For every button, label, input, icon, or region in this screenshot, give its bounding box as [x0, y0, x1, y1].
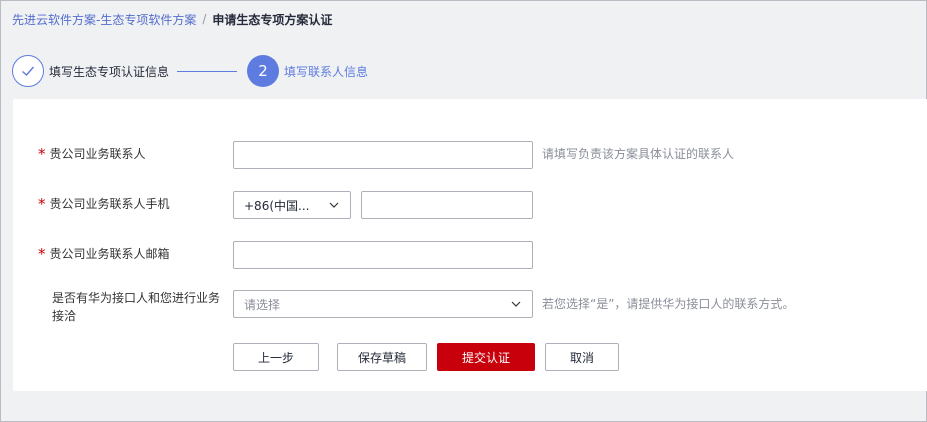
contact-name-input[interactable]	[233, 141, 533, 169]
breadcrumb: 先进云软件方案-生态专项软件方案 / 申请生态专项方案认证	[12, 10, 332, 28]
step-1-circle	[12, 55, 44, 87]
check-icon	[22, 66, 35, 76]
page-frame: 先进云软件方案-生态专项软件方案 / 申请生态专项方案认证 填写生态专项认证信息…	[0, 0, 927, 422]
step-2-number: 2	[258, 62, 268, 80]
required-mark: *	[38, 195, 46, 213]
step-2-label: 填写联系人信息	[284, 64, 369, 79]
contact-email-input[interactable]	[233, 241, 533, 269]
breadcrumb-parent-link[interactable]: 先进云软件方案-生态专项软件方案	[12, 11, 196, 28]
prev-step-button[interactable]: 上一步	[233, 343, 319, 371]
step-2-circle: 2	[247, 55, 280, 87]
contact-name-hint: 请填写负责该方案具体认证的联系人	[542, 147, 735, 161]
breadcrumb-current: 申请生态专项方案认证	[212, 12, 333, 27]
country-code-select[interactable]: +86(中国...	[233, 191, 351, 219]
save-draft-button[interactable]: 保存草稿	[337, 343, 427, 371]
step-connector	[177, 70, 238, 72]
breadcrumb-separator: /	[202, 12, 207, 26]
required-mark: *	[38, 245, 46, 263]
contact-phone-label: * 贵公司业务联系人手机	[38, 195, 170, 213]
huawei-contact-label: 是否有华为接口人和您进行业务接洽	[52, 291, 221, 323]
huawei-contact-hint: 若您选择“是”，请提供华为接口人的联系方式。	[542, 297, 795, 311]
country-code-value: +86(中国...	[244, 198, 310, 213]
cancel-button[interactable]: 取消	[545, 343, 619, 371]
required-mark: *	[38, 145, 46, 163]
chevron-down-icon	[511, 301, 521, 307]
chevron-down-icon	[329, 202, 339, 208]
form-card: * 贵公司业务联系人 请填写负责该方案具体认证的联系人 * 贵公司业务联系人手机 +…	[13, 99, 927, 391]
contact-phone-input[interactable]	[361, 191, 533, 219]
huawei-contact-placeholder: 请选择	[244, 297, 281, 312]
huawei-contact-select[interactable]: 请选择	[233, 290, 533, 318]
contact-email-label: * 贵公司业务联系人邮箱	[38, 245, 170, 263]
contact-name-label: * 贵公司业务联系人	[38, 145, 146, 163]
step-indicator: 填写生态专项认证信息 2 填写联系人信息	[12, 55, 368, 87]
submit-button[interactable]: 提交认证	[437, 343, 535, 371]
step-1-label: 填写生态专项认证信息	[49, 64, 170, 79]
